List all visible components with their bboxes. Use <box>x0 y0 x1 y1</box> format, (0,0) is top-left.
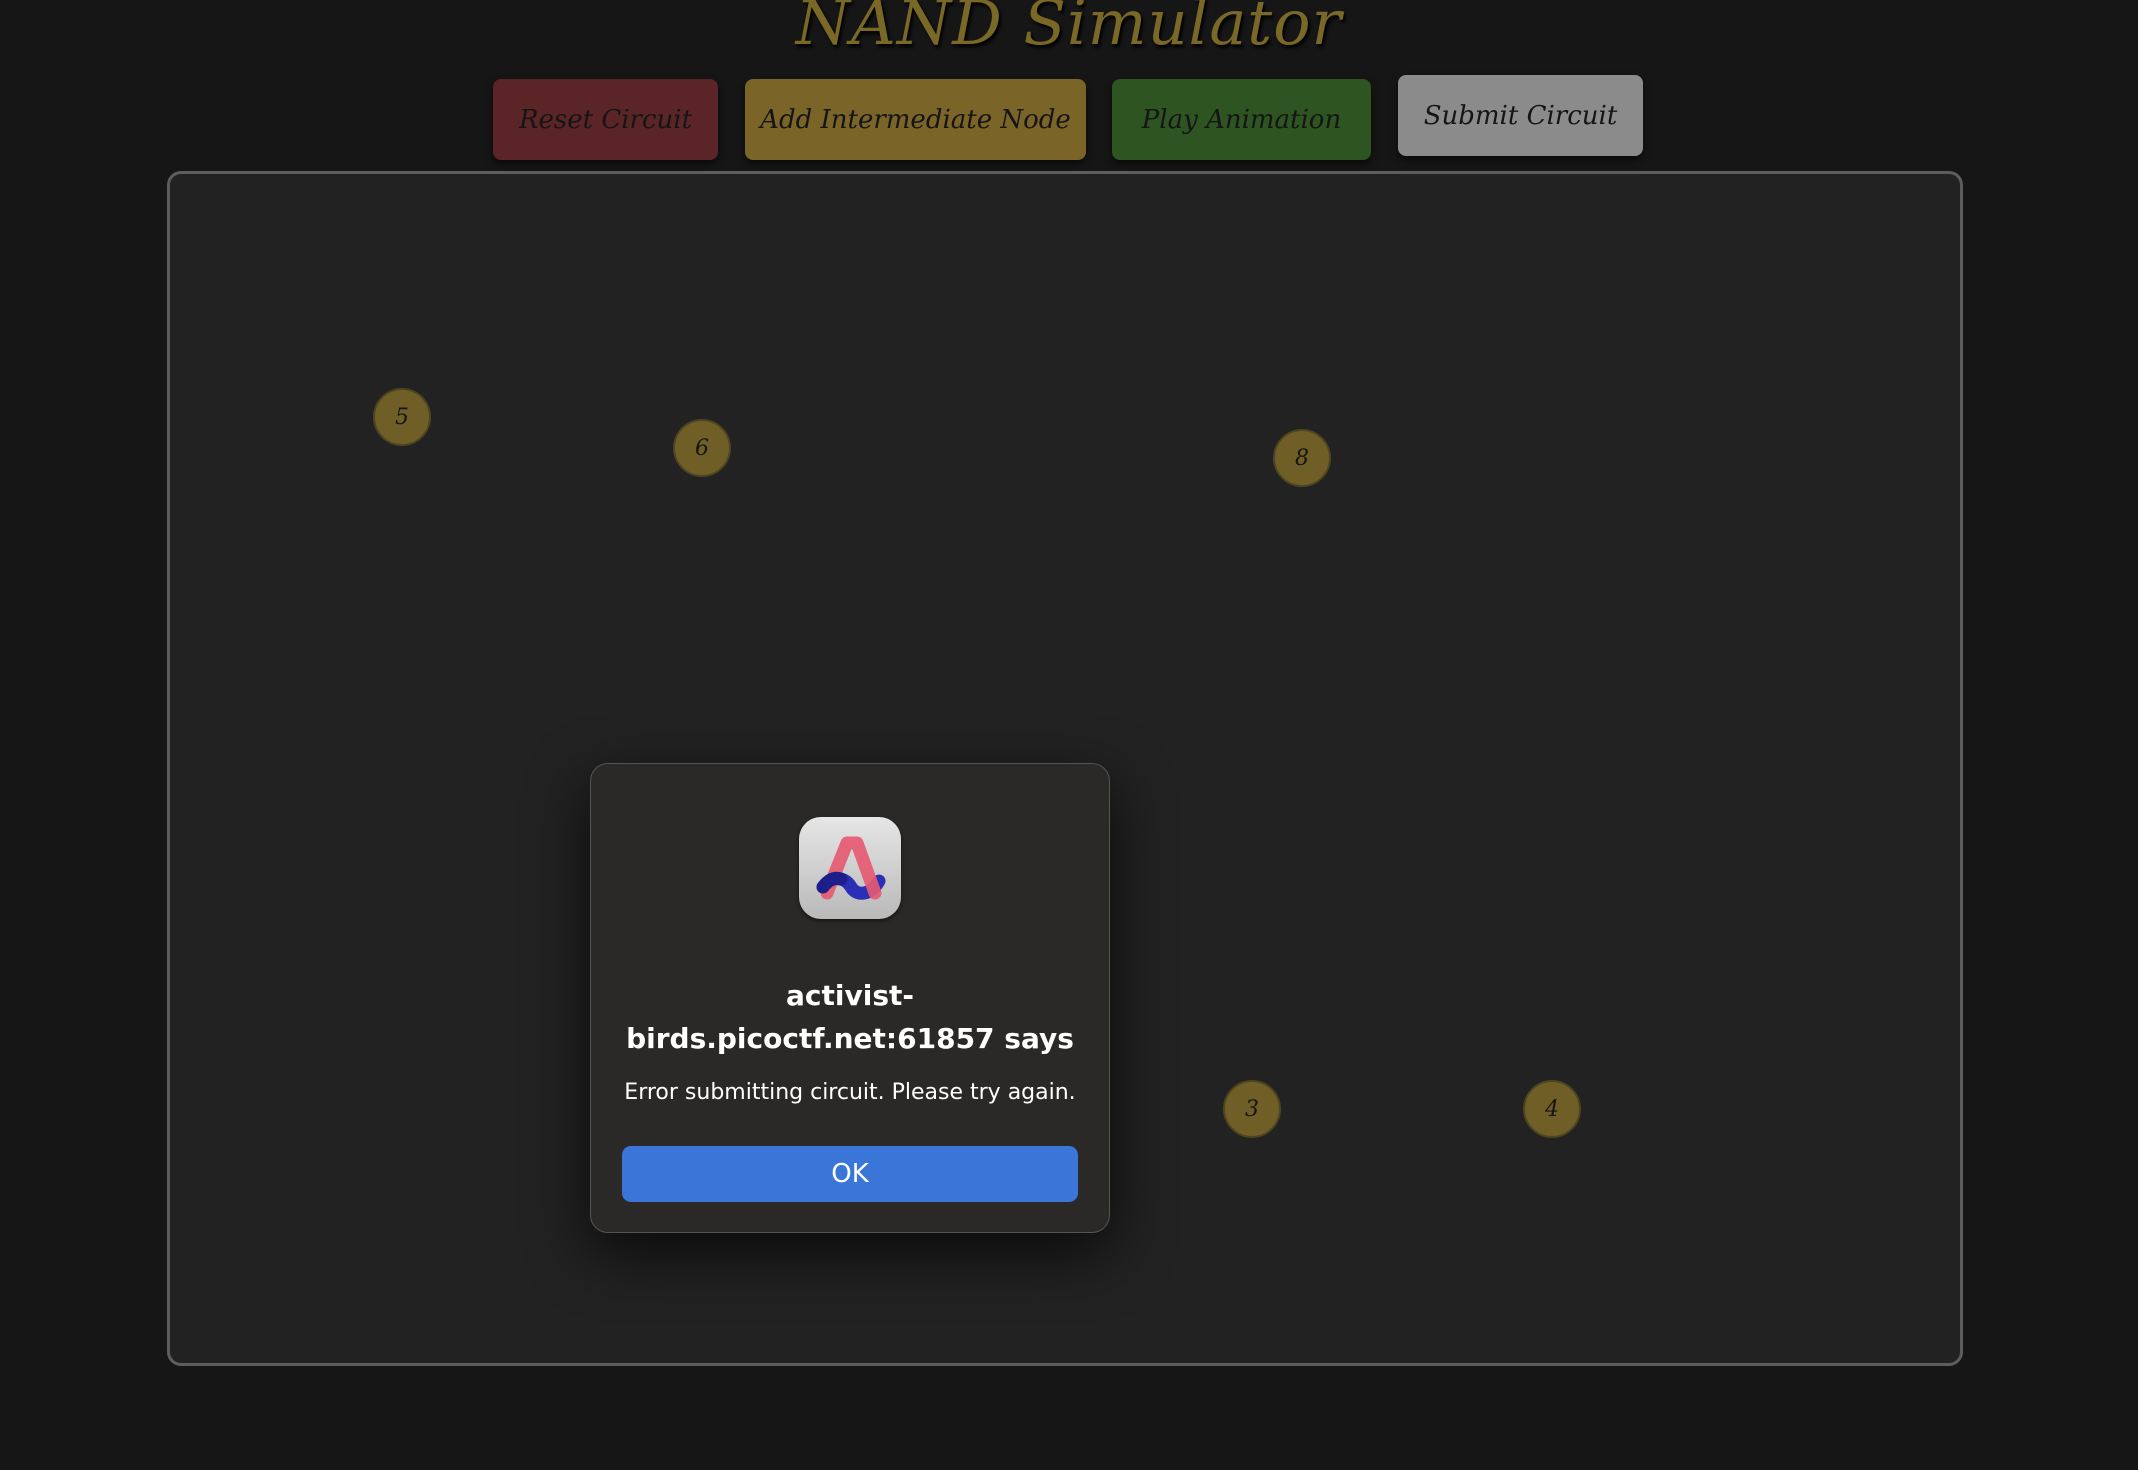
alert-dialog: activist-birds.picoctf.net:61857 says Er… <box>590 763 1110 1233</box>
circuit-node[interactable]: 5 <box>373 388 431 446</box>
add-intermediate-node-button[interactable]: Add Intermediate Node <box>745 79 1086 160</box>
submit-circuit-button[interactable]: Submit Circuit <box>1398 75 1643 156</box>
arc-browser-icon <box>799 817 901 919</box>
circuit-node[interactable]: 6 <box>673 419 731 477</box>
page: NAND Simulator Reset Circuit Add Interme… <box>0 0 2138 1470</box>
circuit-node[interactable]: 8 <box>1273 429 1331 487</box>
circuit-node[interactable]: 3 <box>1223 1080 1281 1138</box>
circuit-node[interactable]: 4 <box>1523 1080 1581 1138</box>
reset-circuit-button[interactable]: Reset Circuit <box>493 79 718 160</box>
dialog-message: Error submitting circuit. Please try aga… <box>624 1080 1076 1105</box>
page-title: NAND Simulator <box>795 0 1343 59</box>
ok-button[interactable]: OK <box>622 1146 1078 1202</box>
dialog-title: activist-birds.picoctf.net:61857 says <box>626 979 1074 1055</box>
play-animation-button[interactable]: Play Animation <box>1112 79 1371 160</box>
